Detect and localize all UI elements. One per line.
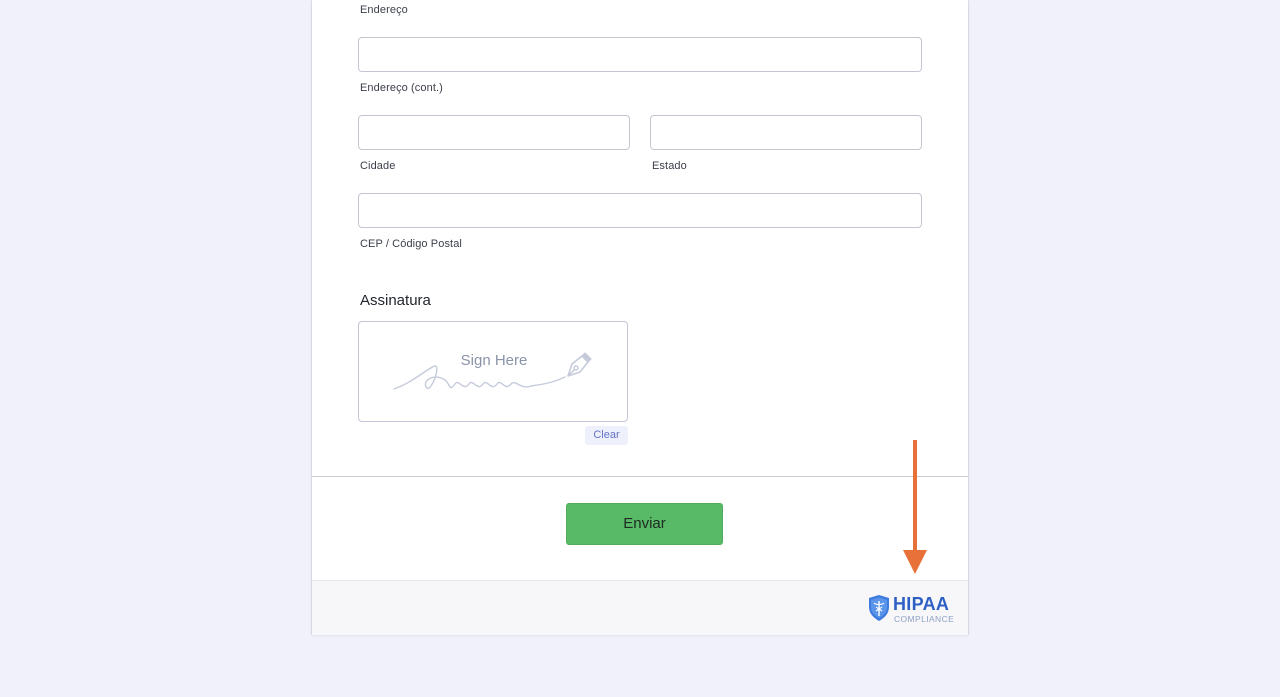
city-label: Cidade [360, 160, 396, 172]
street-address-label: Endereço [360, 4, 408, 16]
caduceus-shield-icon [869, 595, 889, 621]
signature-pad[interactable]: Sign Here [358, 321, 628, 422]
hipaa-badge-title: HIPAA [893, 594, 950, 614]
city-input[interactable] [358, 115, 630, 150]
street-address-line2-input[interactable] [358, 37, 922, 72]
form-footer: HIPAA COMPLIANCE [312, 580, 968, 635]
clear-signature-button[interactable]: Clear [585, 426, 628, 445]
form-divider [312, 476, 968, 477]
pen-nib-icon [567, 352, 592, 377]
postal-code-label: CEP / Código Postal [360, 238, 462, 250]
arrow-down-icon [903, 440, 927, 574]
hipaa-badge-subtitle: COMPLIANCE [894, 614, 955, 624]
state-input[interactable] [650, 115, 922, 150]
signature-title: Assinatura [360, 292, 431, 309]
submit-button[interactable]: Enviar [566, 503, 723, 545]
form-card: Endereço Endereço (cont.) Cidade Estado … [312, 0, 968, 635]
street-address-line2-label: Endereço (cont.) [360, 82, 443, 94]
state-label: Estado [652, 160, 687, 172]
postal-code-input[interactable] [358, 193, 922, 228]
